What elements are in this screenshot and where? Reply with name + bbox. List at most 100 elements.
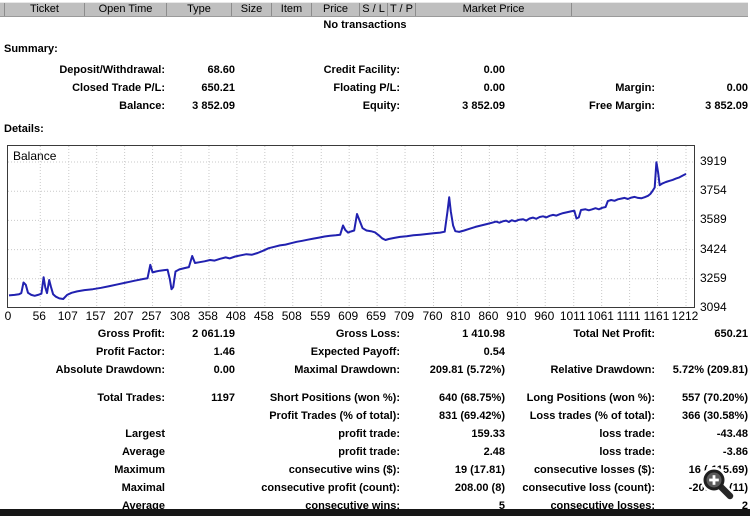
details-label: Largest — [125, 428, 165, 440]
details-row: Profit Factor: 1.46 Expected Payoff: 0.54 — [0, 343, 748, 361]
x-axis-label: 157 — [85, 309, 106, 323]
details-value — [165, 443, 235, 461]
details-value — [165, 479, 235, 497]
details-value: 640 (68.75%) — [438, 392, 505, 404]
summary-label: Floating P/L: — [333, 82, 400, 94]
details-value: 2.48 — [483, 446, 505, 458]
details-value — [165, 461, 235, 479]
y-axis-label: 3424 — [700, 241, 727, 256]
x-axis-label: 860 — [478, 309, 499, 323]
zoom-cursor-icon — [701, 467, 736, 502]
x-axis-label: 1212 — [671, 309, 699, 323]
details-value: 557 (70.20%) — [681, 392, 748, 404]
details-row: Maximum consecutive wins ($): 19 (17.81) co… — [0, 461, 748, 479]
summary-label: Free Margin: — [588, 100, 655, 112]
y-axis-label: 3589 — [700, 212, 727, 227]
summary-label — [505, 61, 655, 79]
bottom-bar — [0, 509, 750, 516]
x-axis-label: 1061 — [587, 309, 614, 323]
x-axis-label: 257 — [141, 309, 162, 323]
details-row: Total Trades: 1197 Short Positions (won %)… — [0, 389, 748, 407]
details-value: 1 410.98 — [462, 328, 505, 340]
chart-canvas — [8, 146, 694, 307]
details-label: profit trade: — [338, 446, 400, 458]
balance-chart: Balance — [7, 145, 695, 308]
column-header-size[interactable]: Size — [232, 3, 272, 16]
x-axis-label: 508 — [281, 309, 302, 323]
details-label: Profit Factor: — [95, 346, 165, 358]
history-table-header: Ticket Open Time Type Size Item Price S / LT /… — [0, 2, 748, 17]
summary-value: 650.21 — [201, 82, 235, 94]
summary-value: 0.00 — [483, 82, 505, 94]
details-label: Profit Trades (% of total): — [269, 410, 400, 422]
summary-label: Credit Facility: — [323, 64, 400, 76]
details-label: Maximal Drawdown: — [294, 364, 400, 376]
y-axis-label: 3919 — [700, 154, 727, 168]
summary-row: Balance: 3 852.09 Equity: 3 852.09 Free Marg… — [0, 97, 748, 115]
details-value: 1197 — [211, 392, 235, 404]
details-label: Gross Profit: — [97, 328, 165, 340]
summary-grid: Deposit/Withdrawal: 68.60 Credit Facility:… — [0, 61, 748, 115]
details-label: loss trade: — [599, 428, 655, 440]
column-header-open-time[interactable]: Open Time — [85, 3, 167, 16]
x-axis-label: 56 — [32, 309, 46, 323]
x-axis-label: 760 — [422, 309, 443, 323]
details-value — [165, 407, 235, 425]
summary-row: Closed Trade P/L: 650.21 Floating P/L: 0.00… — [0, 79, 748, 97]
details-row: Profit Trades (% of total): 831 (69.42%) L… — [0, 407, 748, 425]
details-value — [165, 425, 235, 443]
details-label: Expected Payoff: — [310, 346, 400, 358]
summary-row: Deposit/Withdrawal: 68.60 Credit Facility:… — [0, 61, 748, 79]
details-label: Total Net Profit: — [573, 328, 655, 340]
details-label: Total Trades: — [97, 392, 165, 404]
details-value: 366 (30.58%) — [681, 410, 748, 422]
details-row: Absolute Drawdown: 0.00 Maximal Drawdown: 2… — [0, 361, 748, 379]
details-label: consecutive profit (count): — [261, 482, 400, 494]
account-history-report: Ticket Open Time Type Size Item Price S / LT /… — [0, 0, 750, 516]
x-axis-label: 358 — [197, 309, 218, 323]
details-label — [0, 407, 165, 425]
x-axis-label: 308 — [170, 309, 191, 323]
details-value: 1.46 — [213, 346, 235, 358]
column-header-item[interactable]: Item — [272, 3, 312, 16]
details-label: profit trade: — [338, 428, 400, 440]
summary-value: 3 852.09 — [705, 100, 748, 112]
y-axis-label: 3094 — [700, 300, 727, 314]
x-axis-label: 1011 — [559, 309, 586, 323]
x-axis-label: 458 — [253, 309, 274, 323]
y-axis-label: 3754 — [700, 183, 727, 198]
summary-value — [655, 61, 748, 79]
summary-label: Balance: — [119, 100, 165, 112]
column-header-s-l[interactable]: S / L — [360, 3, 388, 16]
details-label: Relative Drawdown: — [550, 364, 655, 376]
x-axis-label: 0 — [4, 309, 12, 323]
summary-value: 0.00 — [483, 64, 505, 76]
x-axis-label: 107 — [57, 309, 78, 323]
column-header-type[interactable]: Type — [167, 3, 232, 16]
x-axis-label: 408 — [225, 309, 246, 323]
details-value: 19 (17.81) — [454, 464, 505, 476]
details-label: Long Positions (won %): — [526, 392, 655, 404]
summary-label: Deposit/Withdrawal: — [59, 64, 165, 76]
details-value: 0.54 — [483, 346, 505, 358]
x-axis-label: 609 — [338, 309, 359, 323]
details-value: -43.48 — [716, 428, 748, 440]
column-header-market-price[interactable]: Market Price — [416, 3, 572, 16]
column-header-ticket[interactable]: Ticket — [5, 3, 85, 16]
summary-value: 0.00 — [726, 82, 748, 94]
summary-label: Margin: — [615, 82, 655, 94]
x-axis-label: 910 — [506, 309, 527, 323]
details-value: 208.00 (8) — [454, 482, 505, 494]
x-axis-label: 960 — [534, 309, 555, 323]
details-value: 831 (69.42%) — [438, 410, 505, 422]
details-value: 209.81 (5.72%) — [429, 364, 505, 376]
balance-series-label: Balance — [13, 149, 57, 163]
summary-value: 3 852.09 — [462, 100, 505, 112]
details-heading: Details: — [4, 123, 44, 135]
details-label: consecutive losses ($): — [533, 464, 655, 476]
details-value: 650.21 — [714, 328, 748, 340]
column-header-price[interactable]: Price — [312, 3, 360, 16]
column-header-t-p[interactable]: T / P — [388, 3, 416, 16]
details-label: Loss trades (% of total): — [529, 410, 655, 422]
y-axis-label: 3259 — [700, 270, 727, 285]
